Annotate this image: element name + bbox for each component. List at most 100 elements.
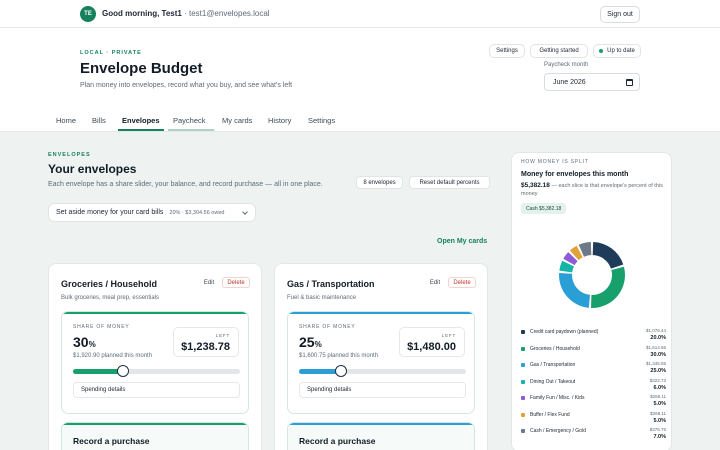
main-tabs: Home Bills Envelopes Paycheck My cards H… xyxy=(0,106,720,132)
avatar: TE xyxy=(80,6,96,22)
share-slider-fill xyxy=(73,369,124,374)
reset-default-percents-button[interactable]: Reset default percents xyxy=(409,176,490,189)
header-eyebrow: LOCAL · PRIVATE xyxy=(80,50,142,56)
status-badge: Up to date xyxy=(593,44,641,58)
share-label: SHARE OF MONEY xyxy=(73,324,130,330)
paycheck-month-value: June 2026 xyxy=(553,78,586,86)
edit-button[interactable]: Edit xyxy=(425,277,445,288)
legend-label: Gas / Transportation xyxy=(530,362,576,368)
accent-bar xyxy=(62,423,248,425)
calendar-icon[interactable] xyxy=(626,79,633,86)
envelope-card: Gas / Transportation Fuel & basic mainte… xyxy=(274,263,488,450)
legend-swatch xyxy=(521,379,525,384)
delete-button[interactable]: Delete xyxy=(222,277,250,288)
legend-label: Buffer / Flex Fund xyxy=(530,411,570,418)
legend-amount: $322.73 xyxy=(649,377,666,383)
record-purchase-panel: Record a purchase xyxy=(287,422,475,450)
legend-item: Gas / Transportation $1,345.55 25.0% xyxy=(521,361,666,376)
left-balance-box: LEFT $1,480.00 xyxy=(399,327,465,357)
tab-paycheck[interactable]: Paycheck xyxy=(173,116,206,125)
legend-label: Dining Out / Takeout xyxy=(530,378,576,385)
paycheck-month-input[interactable]: June 2026 xyxy=(544,73,640,91)
legend-amount: $269.11 xyxy=(650,394,666,399)
tab-settings[interactable]: Settings xyxy=(308,116,335,125)
section-eyebrow: ENVELOPES xyxy=(48,152,91,158)
page-title: Envelope Budget xyxy=(80,60,203,77)
record-purchase-title: Record a purchase xyxy=(299,436,376,446)
status-dot-icon xyxy=(599,49,604,53)
share-percent-unit: % xyxy=(88,340,96,349)
cash-badge: Cash $5,382.18 xyxy=(521,203,567,214)
accent-bar xyxy=(288,423,474,425)
left-value: $1,238.78 xyxy=(181,341,230,353)
panel-heading: Money for envelopes this month xyxy=(521,171,629,178)
getting-started-button[interactable]: Getting started xyxy=(530,44,588,58)
set-aside-meta: 20% · $3,304.56 owed xyxy=(169,209,225,216)
accent-bar xyxy=(288,312,474,314)
share-percent: 25% xyxy=(299,334,322,350)
set-aside-card-bills-toggle[interactable]: Set aside money for your card bills 20% ·… xyxy=(48,203,256,222)
panel-summary: $5,382.18 — each slice is that envelope'… xyxy=(521,182,666,198)
edit-button[interactable]: Edit xyxy=(199,277,219,288)
settings-button[interactable]: Settings xyxy=(489,44,525,58)
left-label: LEFT xyxy=(215,333,230,338)
legend-item: Credit card paydown (planned) $1,076.44 20… xyxy=(521,328,666,343)
section-description: Each envelope has a share slider, your b… xyxy=(48,181,323,188)
set-aside-label: Set aside money for your card bills xyxy=(56,209,164,216)
greeting: Good morning, Test1 · test1@envelopes.lo… xyxy=(102,9,270,18)
split-donut-chart xyxy=(559,242,625,308)
share-percent-value: 25 xyxy=(299,334,315,350)
share-slider[interactable] xyxy=(299,365,466,377)
legend-item: Buffer / Flex Fund $269.11 5.0% xyxy=(521,411,666,426)
legend-swatch xyxy=(521,429,525,433)
legend-amount: $1,076.44 xyxy=(645,328,666,333)
record-purchase-title: Record a purchase xyxy=(73,436,150,446)
share-slider-handle[interactable] xyxy=(334,365,347,377)
share-percent: 30% xyxy=(73,334,96,350)
panel-eyebrow: HOW MONEY IS SPLIT xyxy=(521,159,589,165)
legend-percent: 30.0% xyxy=(650,351,666,358)
open-my-cards-link[interactable]: Open My cards xyxy=(437,238,487,245)
envelope-count-badge: 8 envelopes xyxy=(356,176,403,189)
legend-swatch xyxy=(521,412,525,417)
delete-button[interactable]: Delete xyxy=(448,277,476,288)
tab-envelopes[interactable]: Envelopes xyxy=(122,116,160,125)
legend-label: Groceries / Household xyxy=(530,345,580,352)
sign-out-button[interactable]: Sign out xyxy=(600,6,640,23)
legend-amount: $1,614.65 xyxy=(645,344,666,350)
legend-percent: 6.0% xyxy=(653,384,666,391)
legend-item: Family Fun / Misc. / Kids $269.11 5.0% xyxy=(521,394,666,409)
legend-amount: $269.11 xyxy=(650,410,666,416)
share-percent-value: 30 xyxy=(73,334,89,350)
legend-amount: $1,345.55 xyxy=(645,361,666,366)
tab-history[interactable]: History xyxy=(268,116,291,125)
chevron-down-icon xyxy=(242,209,248,215)
left-value: $1,480.00 xyxy=(407,341,456,353)
legend-swatch xyxy=(521,346,525,351)
status-label: Up to date xyxy=(607,48,635,54)
legend-item: Cash / Emergency / Gold $376.75 7.0% xyxy=(521,427,666,442)
legend-swatch xyxy=(521,396,525,400)
legend-item: Dining Out / Takeout $322.73 6.0% xyxy=(521,378,666,393)
tab-bills[interactable]: Bills xyxy=(92,116,106,125)
spending-details-toggle[interactable]: Spending details xyxy=(73,382,240,398)
tab-home[interactable]: Home xyxy=(56,116,76,125)
share-percent-unit: % xyxy=(314,340,322,349)
legend-label: Credit card paydown (planned) xyxy=(530,329,599,335)
page-subtitle: Plan money into envelopes, record what y… xyxy=(80,82,293,89)
legend-percent: 20.0% xyxy=(650,335,666,341)
share-of-money-panel: SHARE OF MONEY 30% $1,920.90 planned thi… xyxy=(61,311,249,414)
share-slider[interactable] xyxy=(73,365,240,377)
envelope-name: Groceries / Household xyxy=(61,279,158,289)
planned-amount: $1,920.90 planned this month xyxy=(73,353,153,359)
spending-details-toggle[interactable]: Spending details xyxy=(299,382,466,398)
tab-my-cards[interactable]: My cards xyxy=(222,116,252,125)
left-balance-box: LEFT $1,238.78 xyxy=(173,327,239,357)
hover-tab-indicator xyxy=(168,129,214,131)
top-bar: TE Good morning, Test1 · test1@envelopes… xyxy=(0,0,720,28)
legend-percent: 5.0% xyxy=(653,401,666,407)
envelope-card: Groceries / Household Bulk groceries, me… xyxy=(48,263,262,450)
section-title: Your envelopes xyxy=(48,162,137,176)
share-of-money-panel: SHARE OF MONEY 25% $1,600.75 planned thi… xyxy=(287,311,475,414)
share-slider-handle[interactable] xyxy=(117,365,130,377)
